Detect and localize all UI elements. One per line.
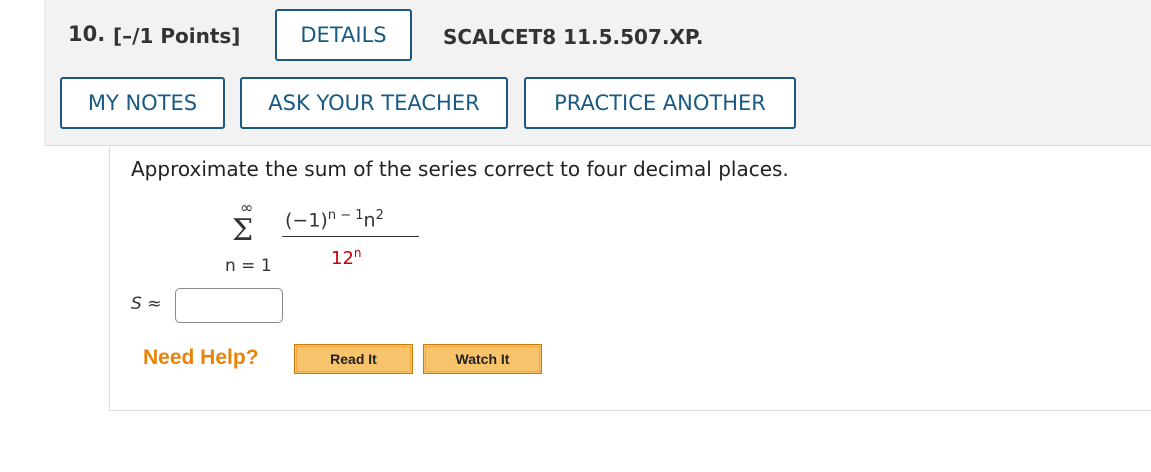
- numerator-exponent: n − 1: [327, 208, 364, 223]
- numerator-tail-exponent: 2: [375, 208, 384, 223]
- series-numerator: (−1)n − 1n2: [285, 208, 384, 231]
- sigma-symbol: Σ: [232, 213, 254, 248]
- numerator-base: (−1): [285, 209, 328, 232]
- practice-another-button[interactable]: PRACTICE ANOTHER: [524, 77, 796, 129]
- ask-teacher-button[interactable]: ASK YOUR TEACHER: [240, 77, 508, 129]
- series-lower-limit: n = 1: [225, 256, 272, 276]
- need-help-label: Need Help?: [143, 346, 259, 369]
- series-denominator: 12n: [331, 246, 362, 269]
- my-notes-button[interactable]: MY NOTES: [60, 77, 225, 129]
- numerator-tail: n: [363, 209, 376, 232]
- question-number: 10.: [68, 22, 106, 46]
- answer-variable: S: [131, 294, 142, 314]
- question-code: SCALCET8 11.5.507.XP.: [443, 25, 704, 49]
- answer-label: S ≈: [131, 294, 161, 314]
- lower-limit-text: n = 1: [225, 256, 272, 276]
- question-points: [–/1 Points]: [113, 24, 241, 48]
- approx-symbol: ≈: [147, 294, 162, 314]
- problem-prompt: Approximate the sum of the series correc…: [131, 157, 789, 181]
- answer-input[interactable]: [175, 288, 283, 323]
- denominator-base: 12: [331, 248, 354, 269]
- fraction-bar: [282, 236, 419, 237]
- read-it-button[interactable]: Read It: [294, 344, 413, 374]
- watch-it-button[interactable]: Watch It: [423, 344, 542, 374]
- details-button[interactable]: DETAILS: [275, 9, 412, 61]
- denominator-exponent: n: [353, 246, 362, 260]
- question-content-panel: [109, 146, 1151, 411]
